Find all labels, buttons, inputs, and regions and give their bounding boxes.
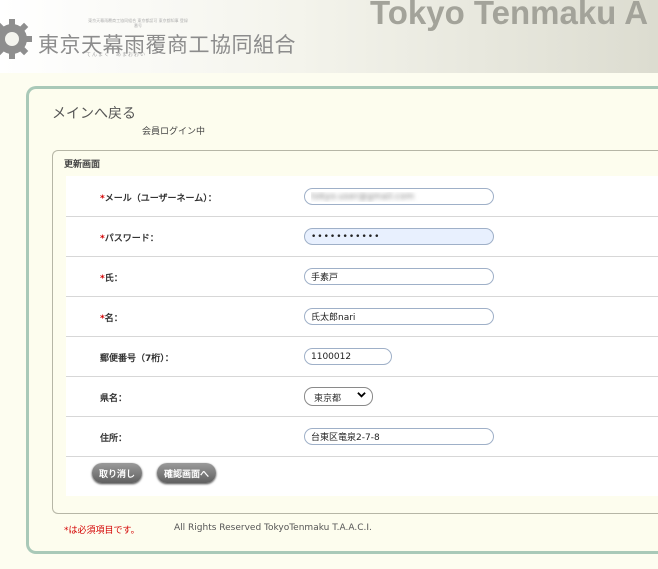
given-name-row: *名： (66, 297, 658, 337)
confirm-button[interactable]: 確認画面へ (157, 463, 217, 483)
address-row: 住所： (66, 417, 658, 457)
address-label: 住所： (100, 434, 128, 444)
brand-title: Tokyo Tenmaku A (370, 0, 649, 31)
postal-code-input[interactable] (304, 348, 392, 365)
postal-code-label: 郵便番号（7桁）： (100, 354, 174, 364)
back-to-main-link[interactable]: メインへ戻る (52, 103, 136, 123)
postal-code-row: 郵便番号（7桁）： (66, 337, 658, 377)
email-row: *メール（ユーザーネーム）： (66, 177, 658, 217)
address-input[interactable] (304, 428, 494, 445)
family-name-row: *氏： (66, 257, 658, 297)
site-header: 東京天幕雨覆商工協同組合 東京都認可 東京都知事 登録番号 東京天幕雨覆商工協同… (0, 0, 658, 73)
email-input[interactable] (304, 188, 494, 205)
prefecture-label: 県名： (100, 394, 128, 404)
prefecture-selected: 東京都 (314, 394, 342, 404)
gear-logo-icon (0, 19, 32, 59)
password-label: *パスワード： (100, 234, 159, 244)
given-name-input[interactable] (304, 308, 494, 325)
org-name: 東京天幕雨覆商工協同組合 (38, 33, 296, 57)
given-name-label: *名： (100, 314, 123, 324)
cancel-button[interactable]: 取り消し (92, 463, 143, 483)
password-row: *パスワード： (66, 217, 658, 257)
email-label: *メール（ユーザーネーム）： (100, 194, 217, 204)
prefecture-select[interactable]: 東京都 (304, 387, 373, 406)
prefecture-row: 県名： 東京都 (66, 377, 658, 417)
org-ruby: てんまく あまおおい (86, 52, 147, 58)
password-input[interactable] (304, 228, 494, 245)
family-name-label: *氏： (100, 274, 123, 284)
family-name-input[interactable] (304, 268, 494, 285)
copyright-text: All Rights Reserved TokyoTenmaku T.A.A.C… (174, 523, 372, 533)
org-small-text: 東京天幕雨覆商工協同組合 東京都認可 東京都知事 登録番号 (88, 18, 188, 28)
chevron-down-icon (357, 392, 366, 398)
update-legend: 更新画面 (64, 160, 101, 170)
login-status: 会員ログイン中 (142, 127, 206, 137)
required-note: *は必須項目です。 (64, 526, 140, 536)
